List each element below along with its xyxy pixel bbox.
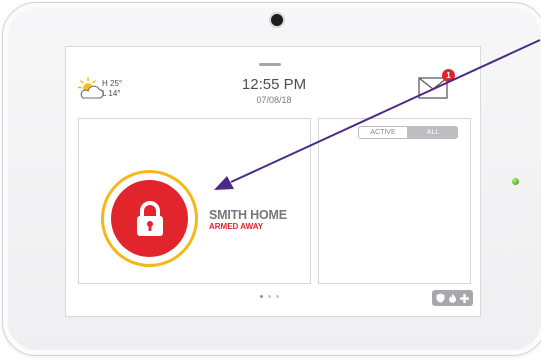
arm-status-text: ARMED AWAY [209,222,264,231]
home-name: SMITH HOME [209,208,287,222]
page-indicator [260,295,279,298]
filter-toggle: ACTIVE ALL [358,126,458,139]
plus-icon [459,293,469,303]
emergency-quick-actions[interactable] [432,290,473,306]
status-led [512,178,519,185]
arm-status-button[interactable] [101,170,198,267]
message-count-badge: 1 [442,69,455,82]
filter-active-button[interactable]: ACTIVE [358,126,408,139]
pull-down-handle[interactable] [259,63,281,66]
panel-device-frame: H 25° L 14° 12:55 PM 07/08/18 1 SMITH HO… [2,2,541,356]
page-dot[interactable] [268,295,271,298]
sensor-list-panel: ACTIVE ALL [318,118,471,284]
flame-icon [448,293,457,303]
camera-lens [271,14,283,26]
page-dot[interactable] [260,295,263,298]
padlock-icon [111,180,188,257]
touch-screen: H 25° L 14° 12:55 PM 07/08/18 1 SMITH HO… [65,46,481,317]
security-panel[interactable]: SMITH HOME ARMED AWAY [78,118,311,284]
page-dot[interactable] [276,295,279,298]
shield-icon [436,293,445,303]
filter-all-button[interactable]: ALL [408,126,458,139]
